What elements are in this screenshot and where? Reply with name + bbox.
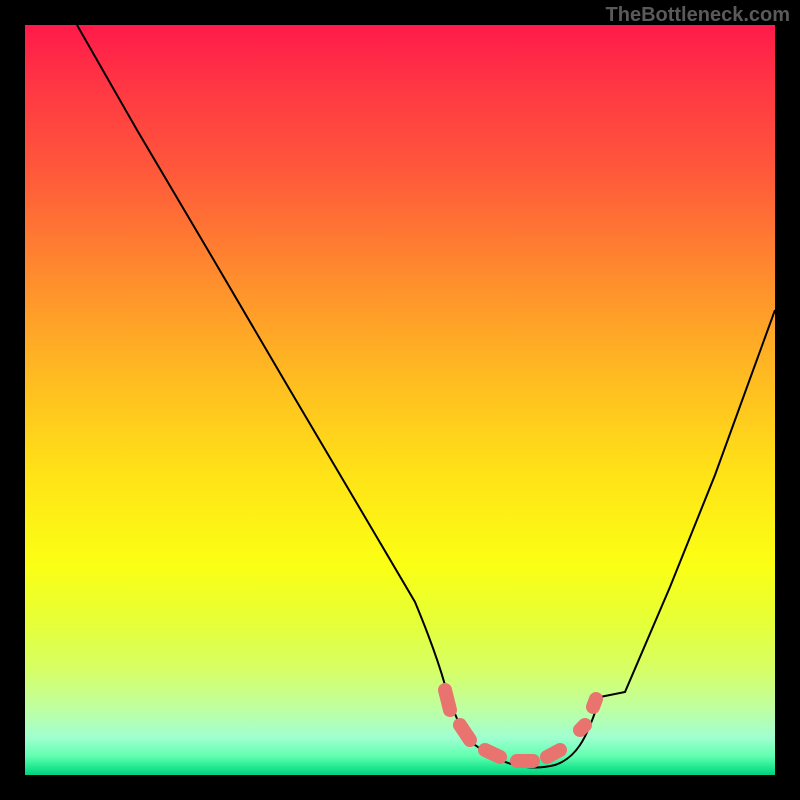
plot-area bbox=[25, 25, 775, 775]
valley-highlight bbox=[445, 690, 596, 761]
bottleneck-curve bbox=[77, 25, 775, 768]
curve-layer bbox=[25, 25, 775, 775]
watermark-text: TheBottleneck.com bbox=[606, 4, 790, 27]
